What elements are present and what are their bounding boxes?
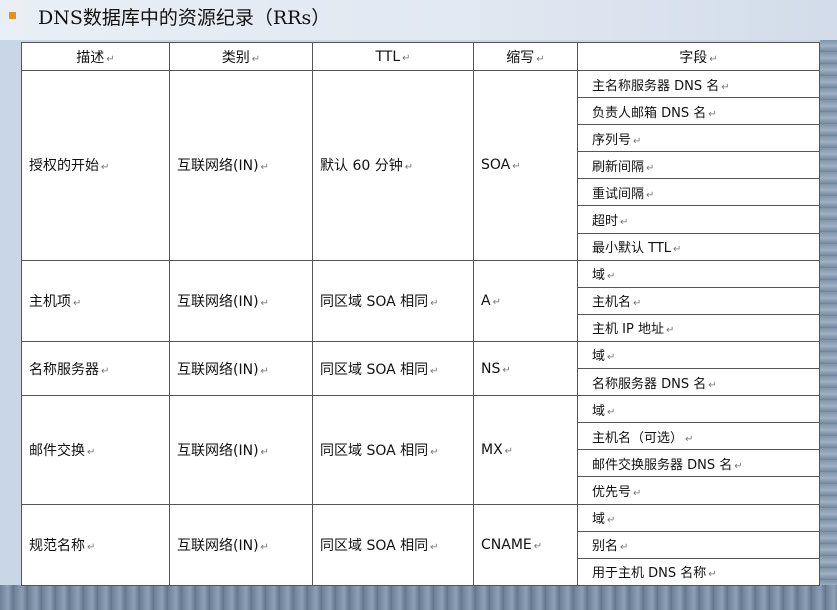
paragraph-mark: ↵ xyxy=(685,433,694,445)
paragraph-mark: ↵ xyxy=(430,365,439,377)
record-field: 主机名 ↵ xyxy=(577,286,820,315)
record-abbreviation: MX ↵ xyxy=(473,395,578,505)
paragraph-mark: ↵ xyxy=(260,297,269,309)
paragraph-mark: ↵ xyxy=(734,460,743,472)
record-description: 主机项 ↵ xyxy=(21,259,170,342)
record-field: 域 ↵ xyxy=(577,259,820,288)
record-field: 负责人邮箱 DNS 名 ↵ xyxy=(577,97,820,126)
paragraph-mark: ↵ xyxy=(430,541,439,553)
slide-title: DNS数据库中的资源纪录（RRs） xyxy=(38,7,331,29)
record-class: 互联网络(IN) ↵ xyxy=(169,259,313,342)
paragraph-mark: ↵ xyxy=(620,217,629,229)
record-class: 互联网络(IN) ↵ xyxy=(169,70,313,261)
record-class: 互联网络(IN) ↵ xyxy=(169,395,313,505)
header-fields: 字段 ↵ xyxy=(577,42,820,71)
paragraph-mark: ↵ xyxy=(101,162,110,174)
record-field: 重试间隔 ↵ xyxy=(577,178,820,207)
table-header-row: 描述 ↵ 类别 ↵ TTL ↵ 缩写 ↵ 字段 ↵ xyxy=(21,42,820,71)
record-description: 规范名称 ↵ xyxy=(21,503,170,586)
paragraph-mark: ↵ xyxy=(87,541,96,553)
table-row: 名称服务器 ↵ 互联网络(IN) ↵ 同区域 SOA 相同 ↵ NS ↵ 域 ↵ xyxy=(21,340,820,397)
table-row: 邮件交换 ↵ 互联网络(IN) ↵ 同区域 SOA 相同 ↵ MX ↵ 域 ↵ xyxy=(21,395,820,505)
paragraph-mark: ↵ xyxy=(721,81,730,93)
table-row: 规范名称 ↵ 互联网络(IN) ↵ 同区域 SOA 相同 ↵ CNAME ↵ 域 ↵ xyxy=(21,503,820,586)
paragraph-mark: ↵ xyxy=(260,446,269,458)
record-field: 别名 ↵ xyxy=(577,530,820,559)
paragraph-mark: ↵ xyxy=(260,541,269,553)
paragraph-mark: ↵ xyxy=(633,487,642,499)
record-abbreviation: CNAME ↵ xyxy=(473,503,578,586)
header-ttl: TTL ↵ xyxy=(312,42,474,71)
table-row: 授权的开始 ↵ 互联网络(IN) ↵ 默认 60 分钟 ↵ SOA ↵ 主名称服务器 DNS 名… xyxy=(21,69,820,261)
record-abbreviation: A ↵ xyxy=(473,259,578,342)
record-field: 刷新间隔 ↵ xyxy=(577,151,820,180)
record-ttl: 同区域 SOA 相同 ↵ xyxy=(312,503,474,586)
record-ttl: 同区域 SOA 相同 ↵ xyxy=(312,340,474,397)
paragraph-mark: ↵ xyxy=(708,379,717,391)
record-ttl: 默认 60 分钟 ↵ xyxy=(312,70,474,261)
record-field: 域 ↵ xyxy=(577,340,820,370)
paragraph-mark: ↵ xyxy=(620,542,629,554)
record-field: 主机 IP 地址 ↵ xyxy=(577,313,820,342)
slide-background-right-border xyxy=(820,40,837,610)
paragraph-mark: ↵ xyxy=(708,569,717,581)
table-body: 授权的开始 ↵ 互联网络(IN) ↵ 默认 60 分钟 ↵ SOA ↵ 主名称服务器 DNS 名… xyxy=(21,69,820,587)
paragraph-mark: ↵ xyxy=(492,296,501,308)
record-abbreviation: NS ↵ xyxy=(473,340,578,397)
paragraph-mark: ↵ xyxy=(646,162,655,174)
paragraph-mark: ↵ xyxy=(673,244,682,256)
record-field: 优先号 ↵ xyxy=(577,476,820,505)
paragraph-mark: ↵ xyxy=(607,406,616,418)
header-abbreviation: 缩写 ↵ xyxy=(473,42,578,71)
paragraph-mark: ↵ xyxy=(533,540,543,552)
record-class: 互联网络(IN) ↵ xyxy=(169,503,313,586)
paragraph-mark: ↵ xyxy=(665,325,675,337)
record-field: 主机名（可选） ↵ xyxy=(577,422,820,451)
record-field: 域 ↵ xyxy=(577,395,820,424)
paragraph-mark: ↵ xyxy=(633,298,642,310)
paragraph-mark: ↵ xyxy=(502,364,511,376)
record-field: 域 ↵ xyxy=(577,503,820,532)
record-field: 序列号 ↵ xyxy=(577,124,820,153)
paragraph-mark: ↵ xyxy=(87,446,96,458)
record-ttl: 同区域 SOA 相同 ↵ xyxy=(312,395,474,505)
paragraph-mark: ↵ xyxy=(708,108,717,120)
paragraph-mark: ↵ xyxy=(633,135,642,147)
paragraph-mark: ↵ xyxy=(73,297,82,309)
paragraph-mark: ↵ xyxy=(260,162,269,174)
record-abbreviation: SOA ↵ xyxy=(473,70,578,261)
paragraph-mark: ↵ xyxy=(430,297,439,309)
paragraph-mark: ↵ xyxy=(260,365,269,377)
table-row: 主机项 ↵ 互联网络(IN) ↵ 同区域 SOA 相同 ↵ A ↵ 域 ↵ xyxy=(21,259,820,342)
record-ttl: 同区域 SOA 相同 ↵ xyxy=(312,259,474,342)
record-field: 用于主机 DNS 名称 ↵ xyxy=(577,557,820,587)
paragraph-mark: ↵ xyxy=(607,352,616,364)
record-description: 名称服务器 ↵ xyxy=(21,340,170,397)
rr-table-container: 描述 ↵ 类别 ↵ TTL ↵ 缩写 ↵ 字段 ↵ 授权的开始 ↵ 互联网络(IN) ↵ 默认 6… xyxy=(21,42,820,587)
record-field: 最小默认 TTL ↵ xyxy=(577,232,820,261)
record-field: 邮件交换服务器 DNS 名 ↵ xyxy=(577,449,820,478)
paragraph-mark: ↵ xyxy=(504,445,514,457)
record-description: 邮件交换 ↵ xyxy=(21,395,170,505)
record-class: 互联网络(IN) ↵ xyxy=(169,340,313,397)
resource-record-table: 描述 ↵ 类别 ↵ TTL ↵ 缩写 ↵ 字段 ↵ 授权的开始 ↵ 互联网络(IN) ↵ 默认 6… xyxy=(21,42,820,587)
paragraph-mark: ↵ xyxy=(101,365,110,377)
paragraph-mark: ↵ xyxy=(607,515,616,527)
slide-background-bottom-border xyxy=(0,585,837,610)
header-class: 类别 ↵ xyxy=(169,42,313,71)
header-description: 描述 ↵ xyxy=(21,42,170,71)
paragraph-mark: ↵ xyxy=(404,162,414,174)
paragraph-mark: ↵ xyxy=(607,271,616,283)
record-description: 授权的开始 ↵ xyxy=(21,70,170,261)
record-field: 名称服务器 DNS 名 ↵ xyxy=(577,368,820,397)
record-field: 主名称服务器 DNS 名 ↵ xyxy=(577,69,820,99)
paragraph-mark: ↵ xyxy=(430,446,439,458)
paragraph-mark: ↵ xyxy=(646,189,655,201)
paragraph-mark: ↵ xyxy=(512,161,521,173)
record-field: 超时 ↵ xyxy=(577,205,820,234)
title-bullet-icon xyxy=(9,12,16,19)
